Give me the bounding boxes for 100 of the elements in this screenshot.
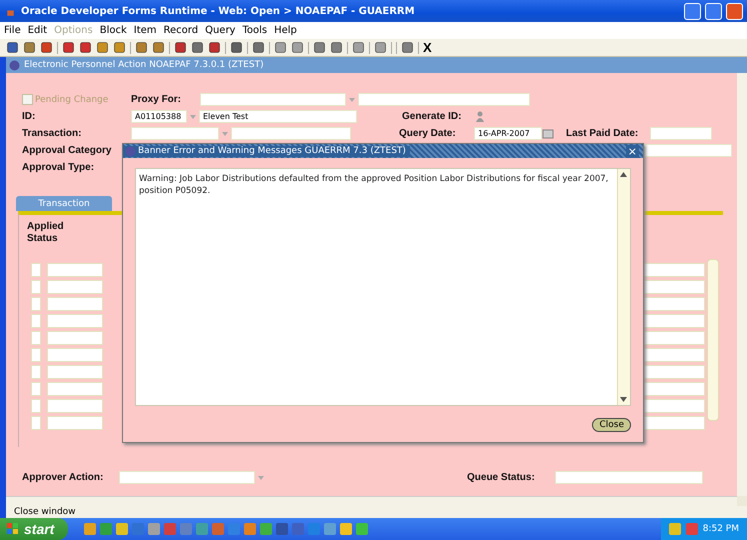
record-field[interactable] <box>47 365 103 379</box>
dropdown-arrow-icon[interactable] <box>190 114 196 118</box>
record-field[interactable] <box>643 416 705 430</box>
record-field[interactable] <box>47 416 103 430</box>
minimize-button[interactable] <box>684 2 701 20</box>
app-icon[interactable] <box>340 523 352 535</box>
scrollbar[interactable] <box>737 73 747 496</box>
transaction-field[interactable] <box>131 127 219 140</box>
id-label: ID: <box>22 111 36 122</box>
status-field[interactable] <box>31 297 41 311</box>
exit-button[interactable]: X <box>423 40 432 55</box>
app-icon[interactable] <box>116 523 128 535</box>
record-field[interactable] <box>643 314 705 328</box>
record-field[interactable] <box>47 331 103 345</box>
record-field[interactable] <box>47 297 103 311</box>
record-field[interactable] <box>47 399 103 413</box>
app-icon[interactable] <box>260 523 272 535</box>
app-icon[interactable] <box>84 523 96 535</box>
app-icon[interactable] <box>356 523 368 535</box>
menu-item[interactable]: Tools <box>242 25 268 36</box>
menu-item[interactable]: Item <box>134 25 157 36</box>
app-icon[interactable] <box>276 523 288 535</box>
close-button[interactable]: × <box>626 144 639 158</box>
person-icon[interactable] <box>475 110 485 122</box>
approver-action-label: Approver Action: <box>22 472 104 483</box>
dropdown-arrow-icon[interactable] <box>222 132 228 136</box>
status-field[interactable] <box>31 280 41 294</box>
record-field[interactable] <box>643 297 705 311</box>
status-field[interactable] <box>31 263 41 277</box>
record-field[interactable] <box>47 348 103 362</box>
app-icon[interactable] <box>196 523 208 535</box>
last-paid-date-label: Last Paid Date: <box>566 128 638 139</box>
close-button[interactable] <box>726 2 743 20</box>
status-field[interactable] <box>31 314 41 328</box>
app-icon[interactable] <box>132 523 144 535</box>
proxy-for-label: Proxy For: <box>131 94 182 105</box>
app-icon[interactable] <box>244 523 256 535</box>
maximize-button[interactable] <box>705 2 722 20</box>
menu-item[interactable]: Edit <box>28 25 48 36</box>
status-field[interactable] <box>31 382 41 396</box>
transaction-label: Transaction: <box>22 128 82 139</box>
queue-status-field[interactable] <box>555 471 703 484</box>
approval-category-label: Approval Category <box>22 145 112 156</box>
transaction-status-field[interactable] <box>231 127 351 140</box>
dropdown-arrow-icon[interactable] <box>349 98 355 102</box>
tray-icon[interactable] <box>668 523 681 535</box>
app-icon[interactable] <box>324 523 336 535</box>
record-field[interactable] <box>643 280 705 294</box>
approver-action-field[interactable] <box>119 471 255 484</box>
record-field[interactable] <box>643 365 705 379</box>
record-field[interactable] <box>643 382 705 396</box>
close-button[interactable]: Close <box>592 418 631 432</box>
horizontal-scrollbar[interactable] <box>6 496 737 506</box>
last-paid-date-field[interactable] <box>650 127 712 140</box>
app-icon[interactable] <box>164 523 176 535</box>
record-field[interactable] <box>643 331 705 345</box>
scroll-down-icon[interactable] <box>620 397 627 402</box>
record-field[interactable] <box>47 263 103 277</box>
proxy-name-field[interactable] <box>358 93 530 106</box>
scrollbar[interactable] <box>617 169 630 405</box>
clock: 8:52 PM <box>702 524 739 534</box>
start-button[interactable]: start <box>0 518 68 540</box>
app-icon[interactable] <box>148 523 160 535</box>
name-field[interactable]: Eleven Test <box>199 110 357 123</box>
app-icon[interactable] <box>228 523 240 535</box>
menu-item[interactable]: Query <box>205 25 236 36</box>
dropdown-arrow-icon[interactable] <box>258 476 264 480</box>
app-icon[interactable] <box>212 523 224 535</box>
record-field[interactable] <box>47 382 103 396</box>
approval-category-field[interactable] <box>644 144 732 157</box>
app-icon[interactable] <box>308 523 320 535</box>
menu-item[interactable]: Record <box>164 25 198 36</box>
record-field[interactable] <box>643 348 705 362</box>
menu-item[interactable]: File <box>4 25 21 36</box>
menu-item[interactable]: Block <box>100 25 127 36</box>
queue-status-label: Queue Status: <box>467 472 535 483</box>
record-field[interactable] <box>643 263 705 277</box>
scrollbar[interactable] <box>707 259 719 421</box>
warning-message: Warning: Job Labor Distributions defaulted from the approved Position Labor Distributions for fiscal year 2007, position P05092. <box>138 173 610 198</box>
window-title: Oracle Developer Forms Runtime - Web: Open > NOAEPAF - GUAERRM <box>21 6 416 16</box>
scroll-up-icon[interactable] <box>620 172 627 177</box>
menu-item[interactable]: Help <box>274 25 297 36</box>
status-field[interactable] <box>31 365 41 379</box>
applied-status-label: Applied Status <box>27 221 65 245</box>
tray-icon[interactable] <box>686 523 698 535</box>
query-date-field[interactable]: 16-APR-2007 <box>474 127 542 140</box>
record-field[interactable] <box>643 399 705 413</box>
id-field[interactable]: A01105388 <box>131 110 187 123</box>
app-icon[interactable] <box>100 523 112 535</box>
proxy-field[interactable] <box>200 93 346 106</box>
app-icon[interactable] <box>292 523 304 535</box>
app-icon[interactable] <box>180 523 192 535</box>
status-field[interactable] <box>31 399 41 413</box>
status-field[interactable] <box>31 331 41 345</box>
record-field[interactable] <box>47 280 103 294</box>
form-title: Electronic Personnel Action NOAEPAF 7.3.0.1 (ZTEST) <box>24 60 264 70</box>
status-field[interactable] <box>31 348 41 362</box>
record-field[interactable] <box>47 314 103 328</box>
status-field[interactable] <box>31 416 41 430</box>
query-date-label: Query Date: <box>399 128 456 139</box>
